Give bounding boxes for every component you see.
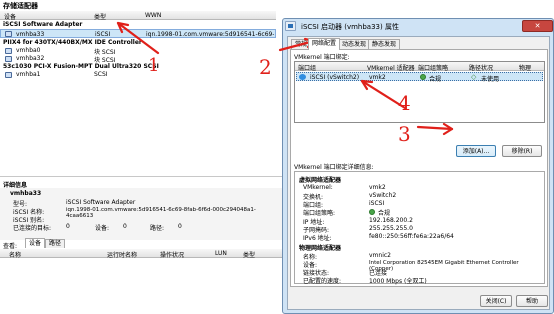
annotation-arrow-1	[116, 21, 160, 55]
annotation-number-4: 4	[398, 91, 411, 115]
annotation-number-2: 2	[259, 55, 272, 79]
annotation-overlay: 1 2 4 3	[116, 21, 454, 146]
annotation-number-3: 3	[398, 122, 411, 146]
annotation-number-1: 1	[148, 55, 159, 76]
tab-network-config[interactable]: 网络配置	[308, 38, 341, 50]
annotation-arrow-3	[416, 125, 454, 131]
